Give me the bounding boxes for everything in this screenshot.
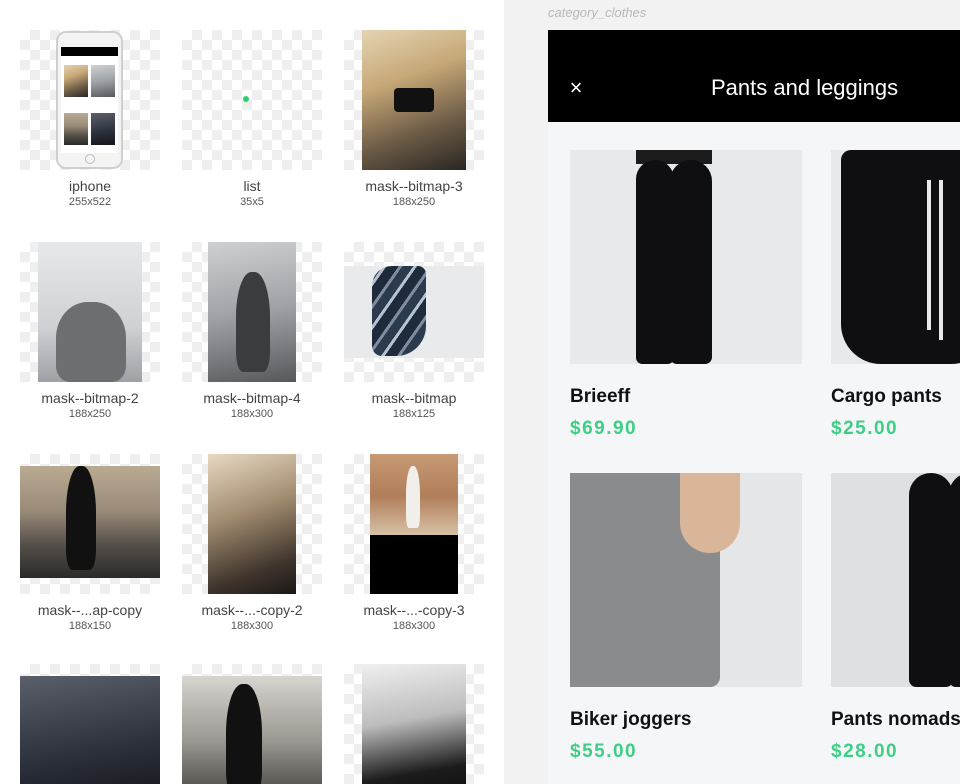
product-card[interactable]: Pants nomads $28.00 (831, 473, 960, 763)
asset-tile[interactable]: list 35x5 (182, 30, 322, 208)
asset-name: list (243, 178, 261, 194)
asset-tile[interactable]: mask--...-copy-2 188x300 (182, 454, 322, 632)
asset-thumbnail (182, 454, 322, 594)
page-title: Pants and leggings (711, 75, 899, 100)
asset-size: 188x250 (68, 408, 112, 420)
asset-thumbnail (344, 454, 484, 594)
list-dot-icon (243, 96, 249, 102)
asset-tile[interactable]: mask--bitmap 188x125 (344, 242, 484, 420)
app-header: × Pants and leggings (548, 30, 960, 122)
product-name: Pants nomads (831, 709, 960, 730)
product-card[interactable]: Brieeff $69.90 (570, 150, 802, 440)
asset-size: 255x522 (68, 196, 112, 208)
asset-name: mask--...-copy-3 (363, 602, 465, 618)
asset-tile[interactable] (182, 664, 322, 784)
asset-name: mask--...ap-copy (37, 602, 143, 618)
asset-thumbnail (182, 30, 322, 170)
design-canvas: category_clothes × Pants and leggings Br… (504, 0, 960, 784)
asset-tile[interactable]: mask--bitmap-3 188x250 (344, 30, 484, 208)
asset-name: mask--bitmap (371, 390, 457, 406)
asset-thumbnail (344, 242, 484, 382)
asset-tile[interactable]: iphone 255x522 (20, 30, 160, 208)
product-image (831, 473, 960, 687)
product-name: Biker joggers (570, 709, 692, 730)
close-icon[interactable]: × (562, 74, 590, 102)
asset-thumbnail (20, 242, 160, 382)
asset-size: 188x150 (68, 620, 112, 632)
asset-thumbnail (20, 454, 160, 594)
asset-tile[interactable]: mask--bitmap-2 188x250 (20, 242, 160, 420)
product-price: $25.00 (831, 418, 899, 439)
asset-tile[interactable]: mask--bitmap-4 188x300 (182, 242, 322, 420)
asset-size: 188x300 (392, 620, 436, 632)
asset-tile[interactable] (20, 664, 160, 784)
artboard-label[interactable]: category_clothes (548, 5, 646, 20)
product-price: $28.00 (831, 741, 899, 762)
asset-name: mask--bitmap-3 (365, 178, 463, 194)
asset-size: 188x250 (392, 196, 436, 208)
iphone-mockup (56, 31, 123, 169)
product-price: $55.00 (570, 741, 638, 762)
asset-name: mask--bitmap-2 (41, 390, 139, 406)
asset-size: 188x125 (392, 408, 436, 420)
asset-thumbnail (20, 30, 160, 170)
asset-size: 188x300 (230, 408, 274, 420)
asset-thumbnail (182, 664, 322, 784)
product-image (831, 150, 960, 364)
product-price: $69.90 (570, 418, 638, 439)
asset-thumbnail (344, 30, 484, 170)
asset-tile[interactable]: mask--...-copy-3 188x300 (344, 454, 484, 632)
product-name: Brieeff (570, 386, 631, 407)
asset-tile[interactable] (344, 664, 484, 784)
asset-tile[interactable]: mask--...ap-copy 188x150 (20, 454, 160, 632)
asset-name: mask--bitmap-4 (203, 390, 301, 406)
asset-name: mask--...-copy-2 (201, 602, 303, 618)
asset-thumbnail (20, 664, 160, 784)
asset-thumbnail (344, 664, 484, 784)
artboard-category-clothes[interactable]: × Pants and leggings Brieeff $69.90 Carg… (548, 30, 960, 784)
asset-library: iphone 255x522 list 35x5 mask--bitmap-3 … (0, 0, 504, 784)
asset-thumbnail (182, 242, 322, 382)
asset-name: iphone (68, 178, 112, 194)
product-name: Cargo pants (831, 386, 942, 407)
product-card[interactable]: Biker joggers $55.00 (570, 473, 802, 763)
product-card[interactable]: Cargo pants $25.00 (831, 150, 960, 440)
product-image (570, 473, 802, 687)
asset-size: 35x5 (240, 196, 264, 208)
product-image (570, 150, 802, 364)
asset-size: 188x300 (230, 620, 274, 632)
